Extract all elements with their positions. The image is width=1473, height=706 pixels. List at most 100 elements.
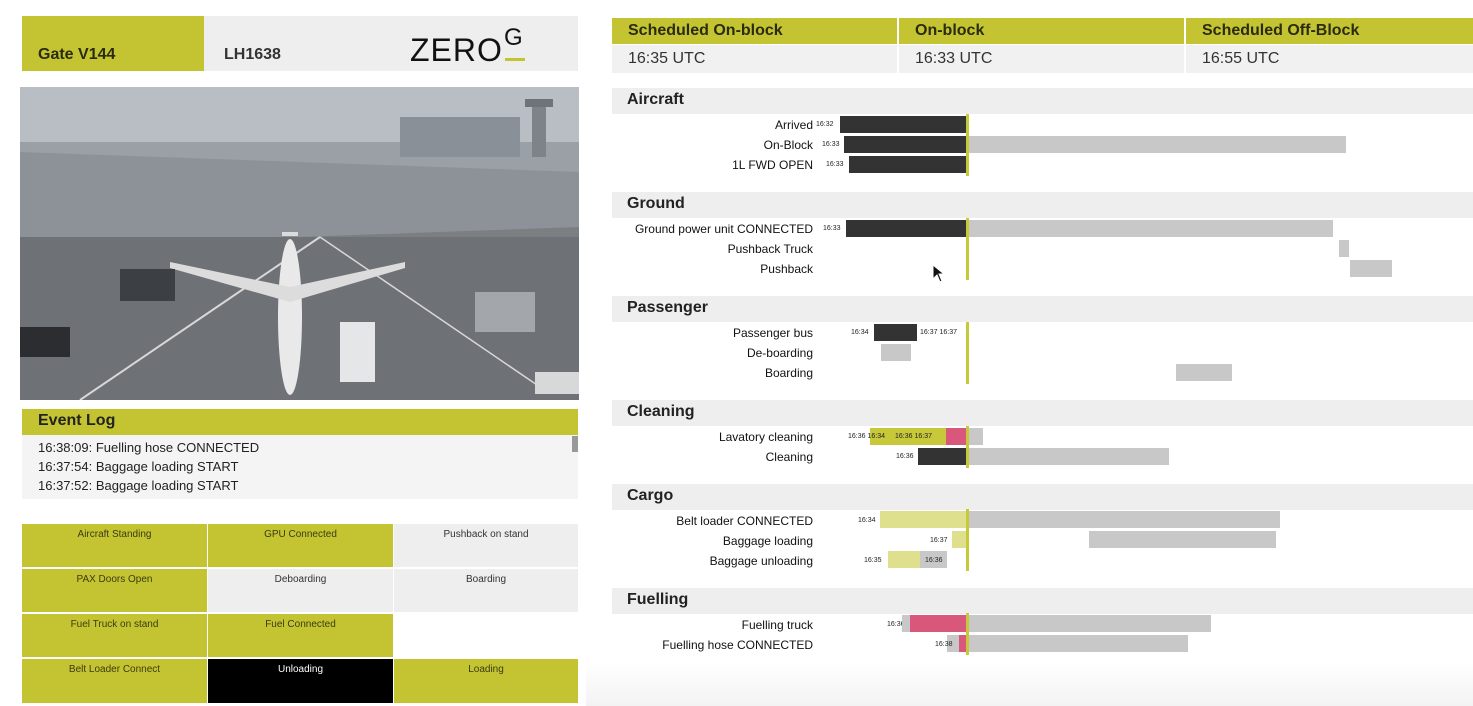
camera-feed[interactable] xyxy=(20,87,579,400)
mid-time: 16:36 xyxy=(925,557,943,564)
apron-camera-image xyxy=(20,87,579,400)
gantt-bar-boarding-planned xyxy=(1176,364,1232,381)
start-time: 16:33 xyxy=(826,161,844,168)
start-time: 16:34 xyxy=(858,517,876,524)
section-passenger: Passenger xyxy=(612,296,1473,322)
gantt-bar-passenger-bus xyxy=(874,324,917,341)
row-label-fuelling-truck: Fuelling truck xyxy=(741,618,813,632)
flight-number: LH1638 xyxy=(204,16,392,71)
gantt-bar-1l-fwd-open xyxy=(849,156,967,173)
row-label-belt-loader-connected: Belt loader CONNECTED xyxy=(676,514,813,528)
logo-superscript: G xyxy=(504,24,523,51)
current-time-marker xyxy=(966,218,969,280)
current-time-marker xyxy=(966,509,969,571)
start-time: 16:36 16:34 xyxy=(848,433,885,440)
gantt-bar-fuelling-truck-late xyxy=(910,615,967,632)
gantt-bar-cleaning xyxy=(918,448,967,465)
gantt-bar-arrived xyxy=(840,116,967,133)
status-tile-aircraft-standing: Aircraft Standing xyxy=(22,524,207,567)
current-time-marker xyxy=(966,114,969,176)
logo-underline xyxy=(505,58,525,61)
section-cargo: Cargo xyxy=(612,484,1473,510)
scheduled-off-block-value: 16:55 UTC xyxy=(1186,45,1473,73)
gantt-bar-pushback-planned xyxy=(1350,260,1392,277)
start-time: 16:32 xyxy=(816,121,834,128)
section-ground: Ground xyxy=(612,192,1473,218)
status-tile-fuel-connected: Fuel Connected xyxy=(208,614,393,657)
gantt-bar-belt-loader xyxy=(880,511,967,528)
section-aircraft: Aircraft xyxy=(612,88,1473,114)
gantt-bar-lavatory-cleaning-late xyxy=(946,428,967,445)
event-log-title: Event Log xyxy=(22,409,578,435)
row-label-passenger-bus: Passenger bus xyxy=(732,326,813,340)
section-fuelling: Fuelling xyxy=(612,588,1473,614)
current-time-marker xyxy=(966,613,969,655)
mouse-cursor-icon xyxy=(933,265,945,283)
status-tile-unloading: Unloading xyxy=(208,659,393,703)
start-time: 16:33 xyxy=(823,225,841,232)
on-block-value: 16:33 UTC xyxy=(899,45,1184,73)
gantt-bar-lavatory-cleaning-planned xyxy=(969,428,983,445)
on-block-header: On-block xyxy=(899,18,1184,44)
status-tile-pax-doors-open: PAX Doors Open xyxy=(22,569,207,612)
gantt-bar-gpu-connected xyxy=(846,220,967,237)
end-time: 16:37 16:37 xyxy=(920,329,957,336)
status-tile-fuel-truck-on-stand: Fuel Truck on stand xyxy=(22,614,207,657)
row-label-de-boarding: De-boarding xyxy=(746,346,813,360)
scheduled-on-block-value: 16:35 UTC xyxy=(612,45,897,73)
mid-time: 16:36 16:37 xyxy=(895,433,932,440)
row-label-boarding: Boarding xyxy=(764,366,813,380)
current-time-marker xyxy=(966,322,969,384)
event-log-entry: 16:37:54: Baggage loading START xyxy=(38,459,239,474)
row-label-pushback-truck: Pushback Truck xyxy=(727,242,813,256)
status-tile-loading: Loading xyxy=(394,659,578,703)
start-time: 16:34 xyxy=(851,329,869,336)
row-label-arrived: Arrived xyxy=(774,118,813,132)
row-label-cleaning: Cleaning xyxy=(765,450,813,464)
logo-text: ZERO xyxy=(410,32,503,68)
gantt-bar-baggage-loading xyxy=(952,531,967,548)
start-time: 16:36 xyxy=(896,453,914,460)
row-label-lavatory-cleaning: Lavatory cleaning xyxy=(718,430,813,444)
start-time: 16:35 xyxy=(864,557,882,564)
row-label-gpu-connected: Ground power unit CONNECTED xyxy=(634,222,813,236)
gantt-bar-baggage-loading-planned xyxy=(1089,531,1276,548)
current-time-marker xyxy=(966,426,969,468)
event-log-entry: 16:37:52: Baggage loading START xyxy=(38,478,239,493)
gantt-bar-fuelling-hose-planned xyxy=(969,635,1188,652)
start-time: 16:33 xyxy=(822,141,840,148)
event-log-scrollbar[interactable] xyxy=(572,436,578,452)
gantt-bar-fuelling-truck-planned xyxy=(969,615,1211,632)
status-tile-gpu-connected: GPU Connected xyxy=(208,524,393,567)
status-tile-deboarding: Deboarding xyxy=(208,569,393,612)
row-label-pushback: Pushback xyxy=(760,262,813,276)
gantt-bar-fuelling-truck-pre xyxy=(902,615,910,632)
start-time: 16:37 xyxy=(930,537,948,544)
gate-label: Gate V144 xyxy=(22,16,204,71)
bottom-fade xyxy=(586,662,1473,706)
row-label-baggage-unloading: Baggage unloading xyxy=(709,554,813,568)
section-cleaning: Cleaning xyxy=(612,400,1473,426)
row-label-baggage-loading: Baggage loading xyxy=(722,534,813,548)
gantt-bar-cleaning-planned xyxy=(969,448,1169,465)
gantt-bar-de-boarding-planned xyxy=(881,344,911,361)
status-tile-pushback-on-stand: Pushback on stand xyxy=(394,524,578,567)
scheduled-on-block-header: Scheduled On-block xyxy=(612,18,897,44)
gantt-bar-on-block-planned xyxy=(969,136,1346,153)
row-label-on-block: On-Block xyxy=(763,138,813,152)
gantt-bar-gpu-planned xyxy=(969,220,1333,237)
gantt-bar-baggage-unloading xyxy=(888,551,920,568)
gantt-bar-pushback-truck-planned xyxy=(1339,240,1349,257)
zerog-logo: ZERO G xyxy=(392,16,578,71)
status-tile-belt-loader-connect: Belt Loader Connect xyxy=(22,659,207,703)
gantt-bar-on-block xyxy=(844,136,967,153)
event-log-list[interactable]: 16:38:09: Fuelling hose CONNECTED 16:37:… xyxy=(22,435,578,499)
event-log-entry: 16:38:09: Fuelling hose CONNECTED xyxy=(38,440,260,455)
start-time: 16:38 xyxy=(935,641,953,648)
row-label-fuelling-hose: Fuelling hose CONNECTED xyxy=(662,638,813,652)
status-tile-empty xyxy=(394,614,578,657)
scheduled-off-block-header: Scheduled Off-Block xyxy=(1186,18,1473,44)
gantt-bar-belt-loader-planned xyxy=(969,511,1280,528)
row-label-1l-fwd-open: 1L FWD OPEN xyxy=(732,158,813,172)
status-tile-boarding: Boarding xyxy=(394,569,578,612)
